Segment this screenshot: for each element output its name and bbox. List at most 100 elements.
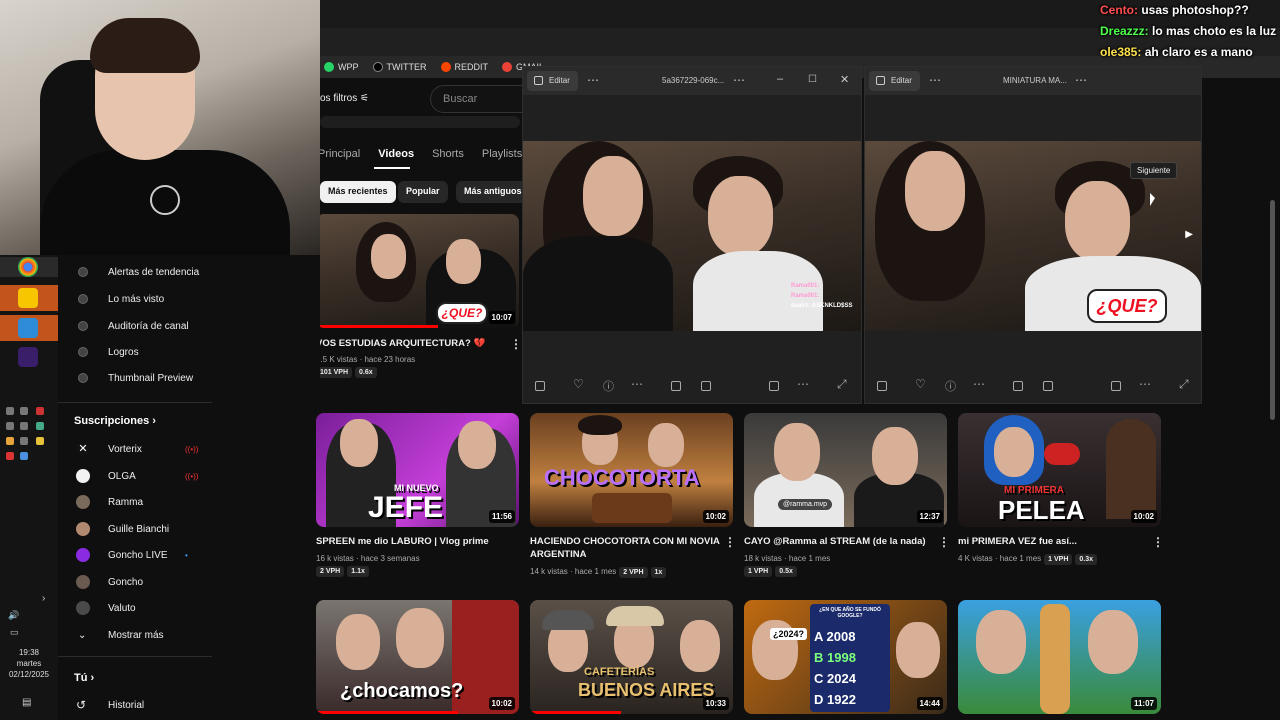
more-icon[interactable]: ⋯ — [1139, 377, 1151, 391]
tray-icon[interactable] — [6, 422, 14, 430]
search-input[interactable]: Buscar — [430, 85, 523, 113]
crop-icon[interactable] — [1013, 381, 1023, 391]
view-count: 18 k vistas — [744, 554, 782, 563]
taskbar-clock[interactable]: 19:38 martes 02/12/2025 — [0, 647, 58, 680]
video-title[interactable]: HACIENDO CHOCOTORTA CON MI NOVIA ARGENTI… — [530, 535, 720, 561]
edit-button[interactable]: Editar — [527, 71, 578, 91]
volume-icon[interactable]: 🔊 — [8, 610, 19, 621]
sidebar-item-most-viewed[interactable]: Lo más visto — [58, 286, 258, 312]
video-thumbnail[interactable]: ¿QUE? 10:07 — [316, 214, 519, 328]
tray-icon[interactable] — [6, 437, 14, 445]
video-title[interactable]: SPREEN me dio LABURO | Vlog prime — [316, 535, 506, 548]
more-icon[interactable]: ⋯ — [631, 377, 643, 391]
tray-icon[interactable] — [36, 422, 44, 430]
info-icon[interactable]: ⓘ — [603, 378, 614, 394]
more-options-icon[interactable]: ⋮ — [510, 337, 522, 351]
more-options-icon[interactable]: ⋮ — [938, 535, 950, 549]
next-arrow-icon[interactable]: ▶ — [1185, 229, 1193, 240]
bookmark-wpp[interactable]: WPP — [324, 62, 359, 72]
sidebar-item-audit[interactable]: Auditoría de canal — [58, 313, 258, 339]
video-thumbnail[interactable]: ¿2024? ¿EN QUE AÑO SE FUNDÓ GOOGLE? A 20… — [744, 600, 947, 714]
sidebar-item-sub-guille[interactable]: Guille Bianchi — [58, 516, 258, 542]
notification-icon[interactable]: ▤ — [22, 697, 31, 708]
sidebar-item-achievements[interactable]: Logros — [58, 339, 258, 365]
fullscreen-icon[interactable]: ⤢ — [1179, 377, 1189, 392]
chip-recent[interactable]: Más recientes — [320, 181, 396, 203]
minimize-icon[interactable]: – — [777, 73, 783, 85]
sidebar-item-sub-valuto[interactable]: Valuto — [58, 595, 258, 621]
filmstrip-icon[interactable] — [535, 381, 545, 391]
tray-icon[interactable] — [36, 437, 44, 445]
sidebar-item-thumbnail-preview[interactable]: Thumbnail Preview — [58, 365, 258, 391]
more-icon[interactable]: ⋯ — [587, 73, 599, 87]
bookmark-twitter[interactable]: TWITTER — [372, 62, 427, 72]
video-thumbnail[interactable]: ¿chocamos? 10:02 — [316, 600, 519, 714]
filters-button[interactable]: os filtros ⚟ — [320, 93, 369, 104]
chevron-up-icon[interactable]: › — [42, 593, 45, 604]
page-scrollbar[interactable] — [1270, 200, 1275, 420]
maximize-icon[interactable]: ☐ — [808, 74, 817, 85]
sidebar-item-history[interactable]: ↺ Historial — [58, 692, 258, 718]
sidebar-item-sub-goncho[interactable]: Goncho — [58, 569, 258, 595]
video-thumbnail[interactable]: CHOCOTORTA 10:02 — [530, 413, 733, 527]
more-options-icon[interactable]: ⋮ — [1152, 535, 1164, 549]
filmstrip-icon[interactable] — [877, 381, 887, 391]
you-heading[interactable]: Tú › — [74, 672, 94, 684]
crop-icon[interactable] — [671, 381, 681, 391]
close-icon[interactable]: ✕ — [840, 73, 849, 86]
more-icon[interactable]: ⋯ — [973, 377, 985, 391]
more-options-icon[interactable]: ⋮ — [724, 535, 736, 549]
heart-icon[interactable]: ♡ — [915, 377, 926, 391]
chrome-icon[interactable] — [18, 257, 38, 277]
fullscreen-icon[interactable]: ⤢ — [837, 377, 847, 392]
enhance-icon[interactable] — [701, 381, 711, 391]
tray-icon[interactable] — [36, 407, 44, 415]
more-icon[interactable]: ⋯ — [797, 377, 809, 391]
tab-principal[interactable]: Principal — [318, 148, 360, 160]
tray-icon[interactable] — [20, 437, 28, 445]
tray-icon[interactable] — [20, 452, 28, 460]
subscriptions-heading[interactable]: Suscripciones › — [74, 415, 156, 427]
sidebar-item-sub-ramma[interactable]: Ramma — [58, 489, 258, 515]
video-thumbnail[interactable]: CAFETERÍAS BUENOS AIRES 10:33 — [530, 600, 733, 714]
tray-icon[interactable] — [20, 407, 28, 415]
chat-user: Cento: — [1100, 3, 1138, 17]
cake-image — [592, 493, 672, 523]
chip-oldest[interactable]: Más antiguos — [456, 181, 530, 203]
video-thumbnail[interactable]: MI PRIMERA PELEA 10:02 — [958, 413, 1161, 527]
show-more-button[interactable]: ⌄ Mostrar más — [58, 622, 258, 648]
bookmark-reddit[interactable]: REDDIT — [440, 62, 488, 72]
app-icon[interactable] — [18, 347, 38, 367]
more-icon[interactable]: ⋯ — [929, 73, 941, 87]
tab-videos[interactable]: Videos — [378, 148, 414, 160]
sidebar-item-sub-vorterix[interactable]: ✕ Vorterix ((•)) — [58, 436, 258, 462]
snapshot-icon[interactable] — [769, 381, 779, 391]
enhance-icon[interactable] — [1043, 381, 1053, 391]
info-icon[interactable]: ⓘ — [945, 378, 956, 394]
edit-button[interactable]: Editar — [869, 71, 920, 91]
history-icon: ↺ — [76, 698, 87, 712]
more-icon[interactable]: ⋯ — [1075, 73, 1087, 87]
sidebar-item-trend-alerts[interactable]: Alertas de tendencia — [58, 259, 258, 285]
sticky-notes-icon[interactable] — [18, 288, 38, 308]
sidebar-item-sub-olga[interactable]: OLGA ((•)) — [58, 463, 258, 489]
photos-icon[interactable] — [18, 318, 38, 338]
tab-playlists[interactable]: Playlists — [482, 148, 522, 160]
heart-icon[interactable]: ♡ — [573, 377, 584, 391]
tray-icon[interactable] — [6, 452, 14, 460]
video-title[interactable]: CAYO @Ramma al STREAM (de la nada) — [744, 535, 934, 548]
sidebar-item-sub-goncho-live[interactable]: Goncho LIVE • — [58, 542, 258, 568]
tab-shorts[interactable]: Shorts — [432, 148, 464, 160]
chip-popular[interactable]: Popular — [398, 181, 448, 203]
video-title[interactable]: mi PRIMERA VEZ fue así... — [958, 535, 1148, 548]
more-icon[interactable]: ⋯ — [733, 73, 745, 87]
monitor-icon[interactable]: ▭ — [10, 627, 19, 638]
video-thumbnail[interactable]: 11:07 — [958, 600, 1161, 714]
tray-icon[interactable] — [20, 422, 28, 430]
video-thumbnail[interactable]: @ramma.mvp 12:37 — [744, 413, 947, 527]
duration-badge: 12:37 — [916, 510, 943, 523]
snapshot-icon[interactable] — [1111, 381, 1121, 391]
video-title[interactable]: VOS ESTUDIAS ARQUITECTURA? 💔 — [316, 337, 506, 350]
video-thumbnail[interactable]: MI NUEVO JEFE 11:56 — [316, 413, 519, 527]
tray-icon[interactable] — [6, 407, 14, 415]
